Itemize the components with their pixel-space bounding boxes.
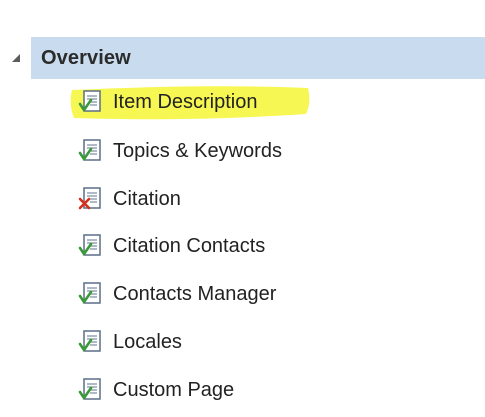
tree-group-overview[interactable]: Overview xyxy=(0,37,485,79)
tree-item-label: Contacts Manager xyxy=(113,283,277,305)
page-error-icon xyxy=(78,187,101,210)
tree-item-label: Item Description xyxy=(113,91,258,113)
tree-item-custom-page[interactable]: Custom Page xyxy=(70,372,370,408)
tree-item-label: Topics & Keywords xyxy=(113,140,282,162)
tree-item-label: Locales xyxy=(113,331,182,353)
tree-item-label: Citation xyxy=(113,188,181,210)
page-check-icon xyxy=(78,139,101,161)
tree-item-citation[interactable]: Citation xyxy=(70,181,370,217)
tree-item-citation-contacts[interactable]: Citation Contacts xyxy=(70,228,370,264)
page-check-icon xyxy=(78,234,101,256)
metadata-contents-tree: Overview Item Description Topics & Keywo… xyxy=(0,0,485,417)
page-check-icon xyxy=(78,378,101,400)
page-check-icon xyxy=(78,330,101,352)
tree-item-contacts-manager[interactable]: Contacts Manager xyxy=(70,276,370,312)
tree-item-topics-keywords[interactable]: Topics & Keywords xyxy=(70,133,370,169)
group-label: Overview xyxy=(41,47,131,69)
tree-item-label: Custom Page xyxy=(113,379,235,401)
page-check-icon xyxy=(78,282,101,304)
tree-item-locales[interactable]: Locales xyxy=(70,324,370,360)
triangle-expanded-icon[interactable] xyxy=(10,52,22,64)
tree-item-item-description[interactable]: Item Description xyxy=(70,84,370,120)
page-check-icon xyxy=(78,90,101,112)
tree-item-label: Citation Contacts xyxy=(113,235,266,257)
